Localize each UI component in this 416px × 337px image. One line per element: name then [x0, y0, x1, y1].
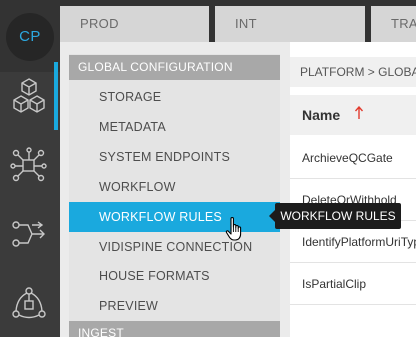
env-tab-prod[interactable]: PROD	[60, 6, 209, 42]
left-rail: CP	[0, 0, 60, 337]
table-row[interactable]: ArchieveQCGate	[290, 137, 416, 179]
route-arrows-icon[interactable]	[8, 213, 50, 255]
workflow-network-icon[interactable]	[8, 145, 50, 187]
tooltip: WORKFLOW RULES	[275, 203, 401, 229]
menu-item-preview[interactable]: PREVIEW	[69, 291, 280, 321]
menu-section-header-global-configuration: GLOBAL CONFIGURATION	[69, 55, 280, 80]
breadcrumb: PLATFORM > GLOBAL	[290, 57, 416, 87]
menu-item-workflow-rules[interactable]: WORKFLOW RULES	[69, 202, 280, 232]
hand-cursor-icon	[225, 217, 242, 241]
rail-active-indicator	[54, 62, 58, 130]
table-header: Name	[290, 95, 416, 135]
env-tab-tran[interactable]: TRAN	[371, 6, 416, 42]
cycle-network-icon[interactable]	[8, 284, 50, 326]
configuration-dropdown-menu: GLOBAL CONFIGURATION STORAGE METADATA SY…	[60, 42, 290, 337]
menu-item-metadata[interactable]: METADATA	[69, 112, 280, 142]
menu-item-house-formats[interactable]: HOUSE FORMATS	[69, 261, 280, 291]
menu-item-vidispine-connection[interactable]: VIDISPINE CONNECTION	[69, 232, 280, 262]
logo-area: CP	[0, 0, 60, 72]
env-tab-int[interactable]: INT	[215, 6, 365, 42]
cubes-icon[interactable]	[8, 74, 50, 116]
sort-ascending-icon[interactable]	[354, 106, 364, 120]
environment-tab-bar: PROD INT TRAN	[60, 0, 416, 42]
menu-item-system-endpoints[interactable]: SYSTEM ENDPOINTS	[69, 142, 280, 172]
name-column-header[interactable]: Name	[302, 95, 340, 135]
table-row[interactable]: IsPartialClip	[290, 263, 416, 305]
menu-section-header-ingest: INGEST	[69, 321, 280, 337]
menu-item-storage[interactable]: STORAGE	[69, 82, 280, 112]
menu-item-workflow[interactable]: WORKFLOW	[69, 172, 280, 202]
cp-logo[interactable]: CP	[6, 13, 54, 61]
